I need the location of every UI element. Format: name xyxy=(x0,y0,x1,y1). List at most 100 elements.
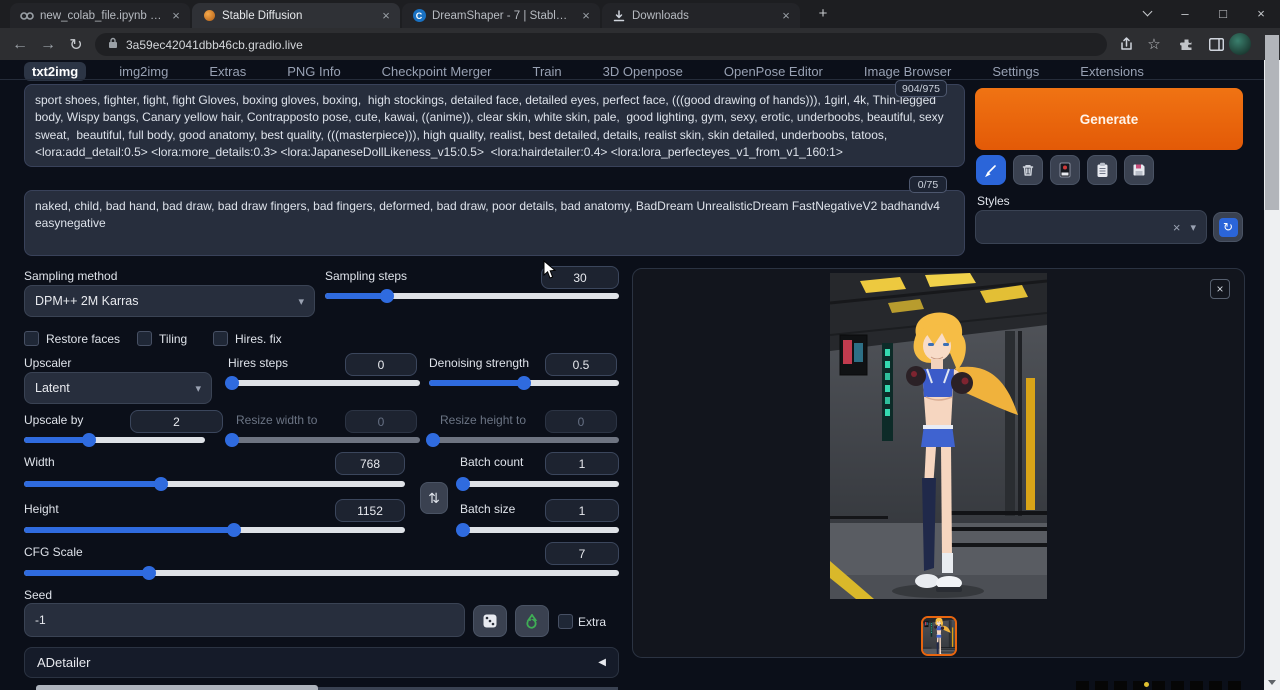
save-style-button[interactable] xyxy=(1124,155,1154,185)
browser-tab-strip: new_colab_file.ipynb - Colaborat × Stabl… xyxy=(0,0,1280,28)
extra-networks-button[interactable] xyxy=(1050,155,1080,185)
reuse-seed-button[interactable] xyxy=(515,605,549,637)
denoising-strength-label: Denoising strength xyxy=(429,356,529,370)
styles-clear-icon[interactable]: × xyxy=(1173,220,1181,235)
browser-tab-stable-diffusion[interactable]: Stable Diffusion × xyxy=(192,3,400,28)
colab-icon xyxy=(20,9,34,23)
chevron-down-icon: ▾ xyxy=(195,382,201,395)
batch-size-slider[interactable] xyxy=(460,527,619,533)
window-close-button[interactable]: × xyxy=(1246,0,1276,26)
browser-tab-dreamshaper[interactable]: C DreamShaper - 7 | Stable Diffusio × xyxy=(402,3,600,28)
tab-title: DreamShaper - 7 | Stable Diffusio xyxy=(432,10,572,22)
gradio-icon xyxy=(202,9,216,23)
tab-close-icon[interactable]: × xyxy=(168,8,184,23)
batch-count-slider[interactable] xyxy=(460,481,619,487)
tab-close-icon[interactable]: × xyxy=(578,8,594,23)
denoising-strength-slider[interactable] xyxy=(429,380,619,386)
lock-icon xyxy=(108,37,118,52)
gallery-close-button[interactable]: × xyxy=(1210,279,1230,299)
side-panel-icon[interactable] xyxy=(1205,33,1227,55)
mouse-cursor xyxy=(543,260,557,280)
tiling-checkbox[interactable] xyxy=(137,331,152,346)
batch-count-value[interactable]: 1 xyxy=(545,452,619,475)
upscaler-dropdown[interactable]: Latent ▾ xyxy=(24,372,212,404)
seed-value: -1 xyxy=(35,613,46,627)
generated-image[interactable] xyxy=(830,273,1047,599)
random-seed-button[interactable] xyxy=(473,605,507,637)
extensions-puzzle-icon[interactable] xyxy=(1175,33,1197,55)
tab-close-icon[interactable]: × xyxy=(778,8,794,23)
window-maximize-button[interactable]: □ xyxy=(1208,0,1238,26)
cfg-scale-slider[interactable] xyxy=(24,570,619,576)
negative-prompt-input[interactable]: naked, child, bad hand, bad draw, bad dr… xyxy=(24,190,965,256)
resize-height-label: Resize height to xyxy=(440,413,526,427)
upscaler-value: Latent xyxy=(35,381,70,395)
refresh-icon: ↻ xyxy=(1219,218,1238,237)
styles-dropdown[interactable]: × ▾ xyxy=(975,210,1207,244)
upscale-by-slider[interactable] xyxy=(24,437,205,443)
browser-tab-downloads[interactable]: Downloads × xyxy=(602,3,800,28)
nav-divider xyxy=(0,79,1264,80)
hires-steps-value[interactable]: 0 xyxy=(345,353,417,376)
sampling-steps-slider[interactable] xyxy=(325,293,619,299)
styles-label: Styles xyxy=(977,194,1010,208)
recycle-icon xyxy=(524,613,540,629)
seed-input[interactable]: -1 xyxy=(24,603,465,637)
height-value[interactable]: 1152 xyxy=(335,499,405,522)
back-button[interactable]: ← xyxy=(8,34,32,56)
clipboard-icon xyxy=(1096,162,1109,178)
width-value[interactable]: 768 xyxy=(335,452,405,475)
apply-styles-button[interactable] xyxy=(1087,155,1117,185)
denoising-strength-value[interactable]: 0.5 xyxy=(545,353,617,376)
tiling-label: Tiling xyxy=(159,332,187,346)
sampling-method-dropdown[interactable]: DPM++ 2M Karras ▾ xyxy=(24,285,315,317)
restore-faces-checkbox[interactable] xyxy=(24,331,39,346)
refresh-styles-button[interactable]: ↻ xyxy=(1213,212,1243,242)
paste-params-button[interactable] xyxy=(976,155,1006,185)
adetailer-accordion[interactable]: ADetailer ◀ xyxy=(24,647,619,678)
resize-height-value: 0 xyxy=(545,410,617,433)
clear-prompt-button[interactable] xyxy=(1013,155,1043,185)
browser-tab-colab[interactable]: new_colab_file.ipynb - Colaborat × xyxy=(10,3,190,28)
height-label: Height xyxy=(24,502,59,516)
tab-close-icon[interactable]: × xyxy=(378,8,394,23)
share-icon[interactable] xyxy=(1115,33,1137,55)
cfg-scale-label: CFG Scale xyxy=(24,545,83,559)
scrollbar-thumb[interactable] xyxy=(1265,35,1279,210)
forward-button[interactable]: → xyxy=(36,34,60,56)
model-card-icon xyxy=(1058,162,1072,178)
height-slider[interactable] xyxy=(24,527,405,533)
gallery-thumbnail-selected[interactable] xyxy=(921,616,957,656)
upscaler-label: Upscaler xyxy=(24,356,71,370)
window-minimize-button[interactable]: – xyxy=(1170,0,1200,26)
reload-button[interactable]: ↻ xyxy=(64,34,88,56)
watermark-partial xyxy=(1076,681,1242,690)
generate-button[interactable]: Generate xyxy=(975,88,1243,150)
width-slider[interactable] xyxy=(24,481,405,487)
upscale-by-value[interactable]: 2 xyxy=(130,410,223,433)
resize-height-slider xyxy=(429,437,619,443)
sd-webui: txt2img img2img Extras PNG Info Checkpoi… xyxy=(0,60,1264,690)
scroll-down-arrow[interactable] xyxy=(1264,674,1280,690)
accordion-collapse-icon: ◀ xyxy=(598,657,606,668)
pencil-arrow-icon xyxy=(984,163,998,177)
bookmark-star-icon[interactable]: ☆ xyxy=(1143,33,1165,55)
restore-faces-label: Restore faces xyxy=(46,332,120,346)
tab-search-chevron-icon[interactable] xyxy=(1132,0,1162,26)
hires-steps-slider[interactable] xyxy=(228,380,420,386)
hires-fix-checkbox[interactable] xyxy=(213,331,228,346)
civitai-icon: C xyxy=(412,9,426,23)
hires-steps-label: Hires steps xyxy=(228,356,288,370)
extra-seed-checkbox[interactable] xyxy=(558,614,573,629)
extra-seed-label: Extra xyxy=(578,615,606,629)
swap-dimensions-button[interactable]: ⇅ xyxy=(420,482,448,514)
cfg-scale-value[interactable]: 7 xyxy=(545,542,619,565)
resize-width-value: 0 xyxy=(345,410,417,433)
batch-size-value[interactable]: 1 xyxy=(545,499,619,522)
adetailer-label: ADetailer xyxy=(37,655,90,670)
dice-icon xyxy=(482,613,498,629)
new-tab-button[interactable]: + xyxy=(812,5,834,25)
address-bar[interactable]: 3a59ec42041dbb46cb.gradio.live xyxy=(95,33,1107,56)
prompt-input[interactable]: sport shoes, fighter, fight, fight Glove… xyxy=(24,84,965,167)
profile-avatar[interactable] xyxy=(1229,33,1251,55)
